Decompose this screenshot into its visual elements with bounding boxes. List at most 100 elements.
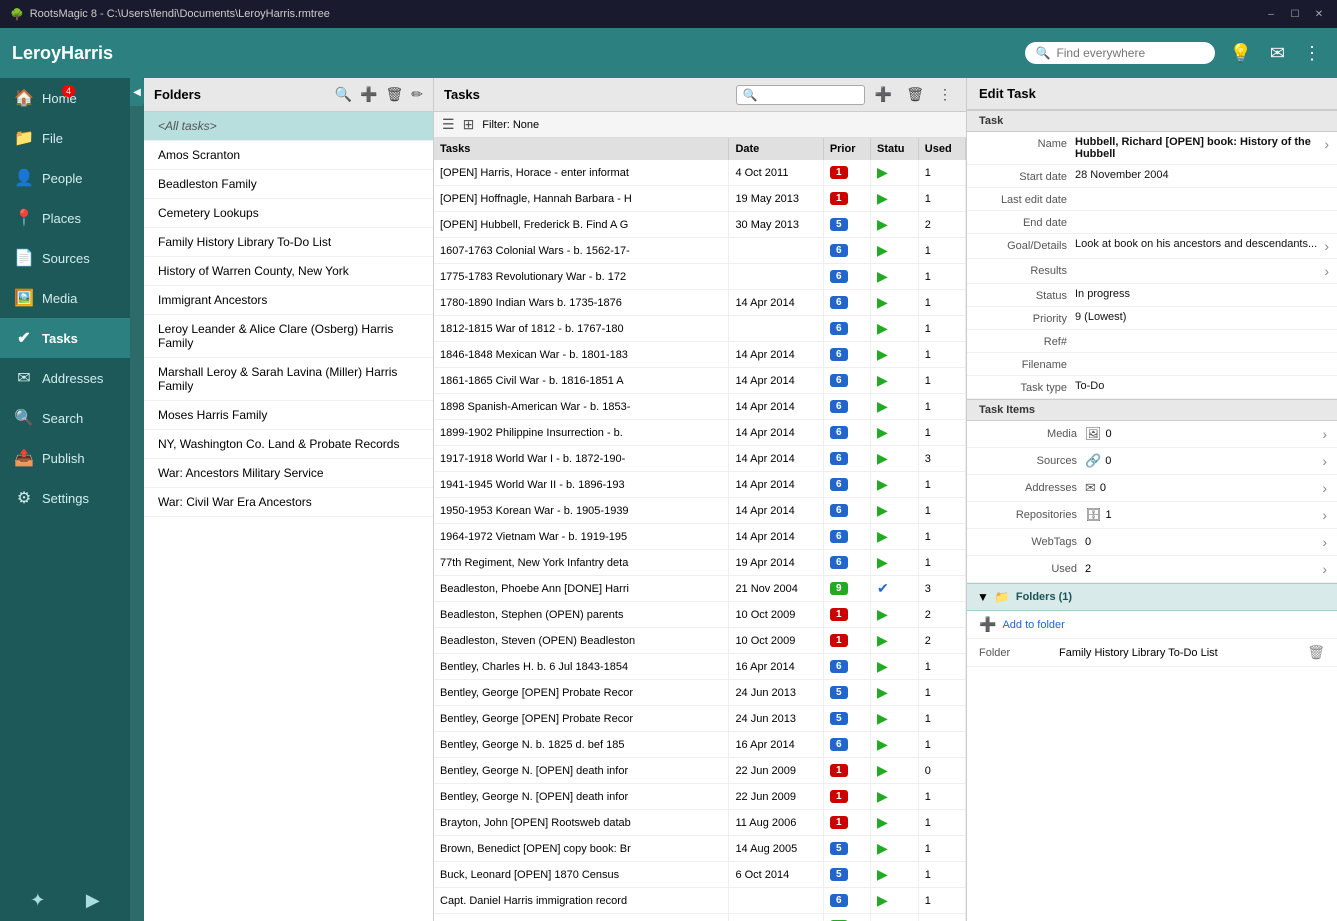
folder-item[interactable]: Beadleston Family xyxy=(144,170,433,199)
sidebar-item-media[interactable]: 🖼️ Media xyxy=(0,278,130,318)
folders-collapse-icon[interactable]: ▼ xyxy=(977,590,989,604)
folder-item[interactable]: Immigrant Ancestors xyxy=(144,286,433,315)
sources-arrow[interactable]: › xyxy=(1322,453,1327,469)
table-row[interactable]: Gandell, Janet [OPEN] Patten Mills/Har 2… xyxy=(434,914,966,921)
table-row[interactable]: 1861-1865 Civil War - b. 1816-1851 A 14 … xyxy=(434,368,966,394)
table-row[interactable]: Bentley, George [OPEN] Probate Recor 24 … xyxy=(434,706,966,732)
folder-entry-delete-icon[interactable]: 🗑 xyxy=(1307,644,1325,661)
sidebar-item-people[interactable]: 👤 People xyxy=(0,158,130,198)
add-to-folder-row[interactable]: ➕ Add to folder xyxy=(967,611,1337,639)
folder-item[interactable]: Family History Library To-Do List xyxy=(144,228,433,257)
folder-item[interactable]: War: Ancestors Military Service xyxy=(144,459,433,488)
table-row[interactable]: 1964-1972 Vietnam War - b. 1919-195 14 A… xyxy=(434,524,966,550)
sidebar-bottom-left-btn[interactable]: ✦ xyxy=(30,890,45,911)
table-row[interactable]: Bentley, George [OPEN] Probate Recor 24 … xyxy=(434,680,966,706)
table-row[interactable]: 1607-1763 Colonial Wars - b. 1562-17- 6 … xyxy=(434,238,966,264)
mail-icon[interactable]: ✉ xyxy=(1266,39,1289,68)
folder-item[interactable]: History of Warren County, New York xyxy=(144,257,433,286)
folder-item[interactable]: Cemetery Lookups xyxy=(144,199,433,228)
more-options-icon[interactable]: ⋮ xyxy=(1299,39,1325,68)
folder-item[interactable]: Marshall Leroy & Sarah Lavina (Miller) H… xyxy=(144,358,433,401)
table-row[interactable]: Beadleston, Steven (OPEN) Beadleston 10 … xyxy=(434,628,966,654)
sidebar-item-settings[interactable]: ⚙ Settings xyxy=(0,478,130,518)
sidebar-item-tasks[interactable]: ✔ Tasks xyxy=(0,318,130,358)
table-row[interactable]: 1950-1953 Korean War - b. 1905-1939 14 A… xyxy=(434,498,966,524)
goal-arrow[interactable]: › xyxy=(1324,238,1329,254)
col-priority[interactable]: Prior xyxy=(823,138,870,160)
col-date[interactable]: Date xyxy=(729,138,823,160)
media-arrow[interactable]: › xyxy=(1322,426,1327,442)
sidebar-bottom-right-btn[interactable]: ▶ xyxy=(86,890,100,911)
table-row[interactable]: 1941-1945 World War II - b. 1896-193 14 … xyxy=(434,472,966,498)
addresses-arrow[interactable]: › xyxy=(1322,480,1327,496)
col-tasks[interactable]: Tasks xyxy=(434,138,729,160)
folder-all-tasks[interactable]: <All tasks> xyxy=(144,112,433,141)
tasks-search-box[interactable]: 🔍 xyxy=(736,85,865,105)
sidebar-item-home[interactable]: 🏠 Home 4 xyxy=(0,78,130,118)
table-row[interactable]: Bentley, George N. b. 1825 d. bef 185 16… xyxy=(434,732,966,758)
folders-search-icon[interactable]: 🔍 xyxy=(335,86,352,103)
folder-item[interactable]: NY, Washington Co. Land & Probate Record… xyxy=(144,430,433,459)
hints-icon[interactable]: 💡 xyxy=(1225,39,1255,68)
maximize-button[interactable]: ☐ xyxy=(1287,6,1303,22)
tasks-add-btn[interactable]: ➕ xyxy=(871,84,896,105)
tasks-search-input[interactable] xyxy=(758,88,858,102)
status-cell: ▶ xyxy=(871,628,919,654)
table-row[interactable]: Bentley, Charles H. b. 6 Jul 1843-1854 1… xyxy=(434,654,966,680)
table-row[interactable]: Buck, Leonard [OPEN] 1870 Census 6 Oct 2… xyxy=(434,862,966,888)
folders-add-icon[interactable]: ➕ xyxy=(360,86,377,103)
used-arrow[interactable]: › xyxy=(1322,561,1327,577)
task-cell: Beadleston, Stephen (OPEN) parents xyxy=(434,602,729,628)
table-row[interactable]: [OPEN] Harris, Horace - enter informat 4… xyxy=(434,160,966,186)
folder-item[interactable]: Amos Scranton xyxy=(144,141,433,170)
table-row[interactable]: 1846-1848 Mexican War - b. 1801-183 14 A… xyxy=(434,342,966,368)
table-row[interactable]: Beadleston, Phoebe Ann [DONE] Harri 21 N… xyxy=(434,576,966,602)
table-row[interactable]: 1899-1902 Philippine Insurrection - b. 1… xyxy=(434,420,966,446)
folders-edit-icon[interactable]: ✏ xyxy=(411,86,423,103)
global-search-box[interactable]: 🔍 xyxy=(1025,42,1215,64)
table-row[interactable]: Brayton, John [OPEN] Rootsweb datab 11 A… xyxy=(434,810,966,836)
table-row[interactable]: [OPEN] Hoffnagle, Hannah Barbara - H 19 … xyxy=(434,186,966,212)
table-row[interactable]: Beadleston, Stephen (OPEN) parents 10 Oc… xyxy=(434,602,966,628)
sidebar-item-file[interactable]: 📁 File xyxy=(0,118,130,158)
sidebar-item-sources[interactable]: 📄 Sources xyxy=(0,238,130,278)
table-row[interactable]: [OPEN] Hubbell, Frederick B. Find A G 30… xyxy=(434,212,966,238)
results-arrow[interactable]: › xyxy=(1324,263,1329,279)
folders-panel: Folders 🔍 ➕ 🗑 ✏ <All tasks> Amos Scranto… xyxy=(144,78,434,921)
sidebar-item-addresses[interactable]: ✉ Addresses xyxy=(0,358,130,398)
col-used[interactable]: Used xyxy=(918,138,965,160)
table-row[interactable]: 77th Regiment, New York Infantry deta 19… xyxy=(434,550,966,576)
date-cell: 14 Aug 2005 xyxy=(729,836,823,862)
table-row[interactable]: Brown, Benedict [OPEN] copy book: Br 14 … xyxy=(434,836,966,862)
used-cell: 1 xyxy=(918,472,965,498)
sidebar-item-publish[interactable]: 📤 Publish xyxy=(0,438,130,478)
table-row[interactable]: Capt. Daniel Harris immigration record 6… xyxy=(434,888,966,914)
table-row[interactable]: Bentley, George N. [OPEN] death infor 22… xyxy=(434,758,966,784)
minimize-button[interactable]: – xyxy=(1263,6,1279,22)
name-arrow[interactable]: › xyxy=(1324,136,1329,152)
add-to-folder-label[interactable]: Add to folder xyxy=(1002,619,1064,631)
status-cell: ▶ xyxy=(871,316,919,342)
repositories-arrow[interactable]: › xyxy=(1322,507,1327,523)
repositories-label: Repositories xyxy=(977,509,1077,521)
date-cell: 10 Oct 2009 xyxy=(729,628,823,654)
folders-delete-icon[interactable]: 🗑 xyxy=(385,86,403,103)
folder-item[interactable]: Moses Harris Family xyxy=(144,401,433,430)
folder-item[interactable]: Leroy Leander & Alice Clare (Osberg) Har… xyxy=(144,315,433,358)
folder-item[interactable]: War: Civil War Era Ancestors xyxy=(144,488,433,517)
table-row[interactable]: 1812-1815 War of 1812 - b. 1767-180 6 ▶ … xyxy=(434,316,966,342)
global-search-input[interactable] xyxy=(1056,46,1196,60)
close-button[interactable]: ✕ xyxy=(1311,6,1327,22)
sidebar-item-search[interactable]: 🔍 Search xyxy=(0,398,130,438)
tasks-more-btn[interactable]: ⋮ xyxy=(934,84,956,105)
tasks-delete-btn[interactable]: 🗑 xyxy=(902,84,928,105)
table-row[interactable]: 1780-1890 Indian Wars b. 1735-1876 14 Ap… xyxy=(434,290,966,316)
table-row[interactable]: 1775-1783 Revolutionary War - b. 172 6 ▶… xyxy=(434,264,966,290)
table-row[interactable]: Bentley, George N. [OPEN] death infor 22… xyxy=(434,784,966,810)
col-status[interactable]: Statu xyxy=(871,138,919,160)
table-row[interactable]: 1898 Spanish-American War - b. 1853- 14 … xyxy=(434,394,966,420)
table-row[interactable]: 1917-1918 World War I - b. 1872-190- 14 … xyxy=(434,446,966,472)
sidebar-item-places[interactable]: 📍 Places xyxy=(0,198,130,238)
sidebar-toggle[interactable]: ◀ xyxy=(130,78,144,106)
webtags-arrow[interactable]: › xyxy=(1322,534,1327,550)
